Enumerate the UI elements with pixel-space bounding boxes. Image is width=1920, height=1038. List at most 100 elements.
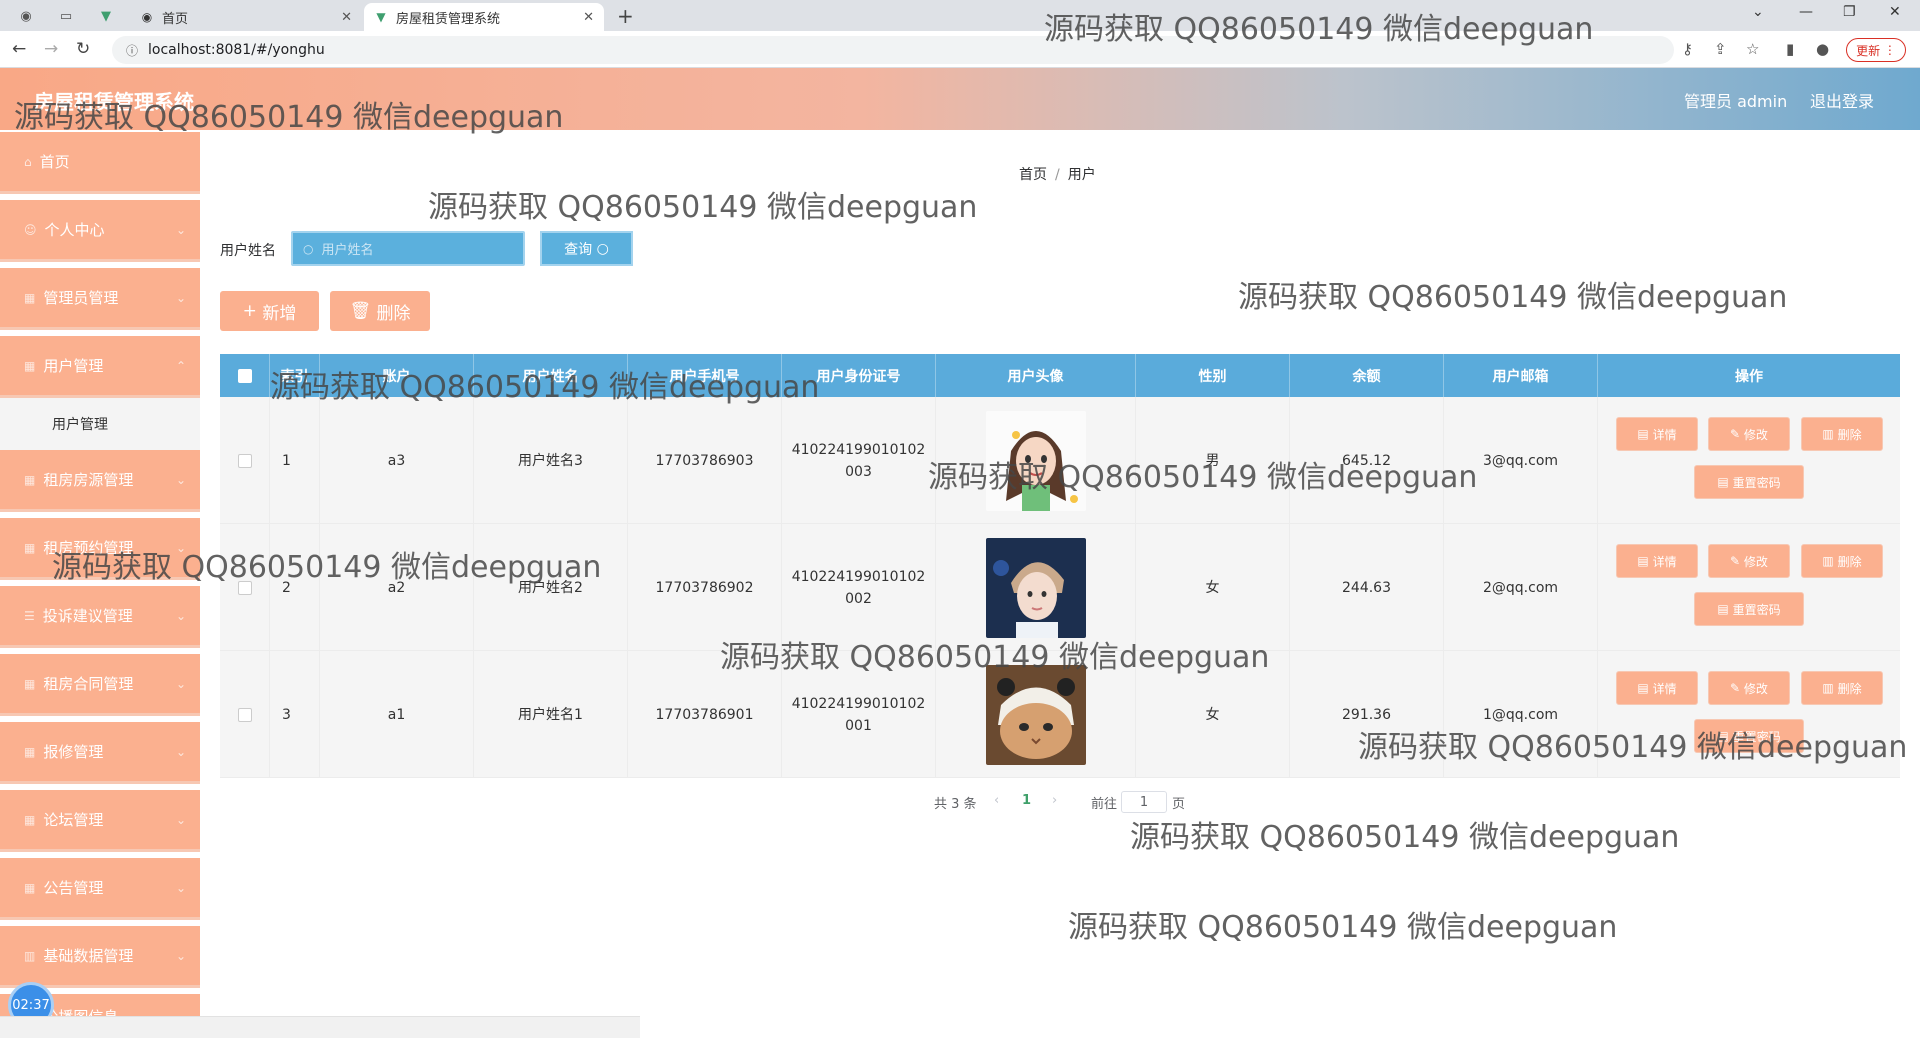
delete-button[interactable]: ▥ 删除 [1801, 417, 1883, 451]
sidebar-item-notices[interactable]: ▦ 公告管理 ⌄ [0, 858, 200, 920]
chevron-down-icon: ⌄ [175, 540, 186, 555]
breadcrumb-home[interactable]: 首页 [1019, 167, 1047, 183]
row-checkbox[interactable] [220, 651, 270, 778]
reset-password-button[interactable]: ▤ 重置密码 [1694, 465, 1804, 499]
query-button[interactable]: 查询 ○ [540, 231, 633, 266]
url-text: localhost:8081/#/yonghu [148, 42, 325, 58]
sidebar-item-label: 投诉建议管理 [42, 607, 133, 625]
reset-password-button[interactable]: ▤ 重置密码 [1694, 719, 1804, 753]
table-header: 索引 账户 用户姓名 用户手机号 用户身份证号 用户头像 性别 余额 用户邮箱 … [220, 354, 1900, 397]
cartoon-girl-avatar[interactable] [985, 410, 1086, 511]
table-row: 2 a2 用户姓名2 17703786902 41022419901010200… [220, 524, 1900, 651]
tab-home[interactable]: ◉ 首页 ✕ [130, 3, 362, 31]
young-man-avatar[interactable] [985, 537, 1086, 638]
sidebar-item-basedata[interactable]: ▥ 基础数据管理 ⌄ [0, 926, 200, 988]
globe-icon[interactable]: ◉ [16, 6, 36, 26]
new-tab-button[interactable]: + [617, 4, 634, 28]
batch-delete-button[interactable]: 🗑 删除 [330, 291, 430, 331]
home-icon: ⌂ [24, 154, 32, 169]
close-window-icon[interactable]: ✕ [1889, 4, 1901, 20]
sidebar-item-contracts[interactable]: ▦ 租房合同管理 ⌄ [0, 654, 200, 716]
minimize-icon[interactable]: — [1799, 4, 1813, 20]
restore-icon[interactable]: ❐ [1843, 4, 1856, 20]
select-all-checkbox[interactable] [220, 354, 270, 397]
page-number[interactable]: 1 [1022, 793, 1031, 808]
breadcrumb-current: 用户 [1067, 167, 1096, 183]
sidepanel-icon[interactable]: ▮ [1786, 40, 1794, 58]
grid-icon: ▦ [24, 812, 36, 827]
page-jump-input[interactable]: 1 [1121, 791, 1167, 813]
sidebar-item-label: 用户管理 [43, 357, 104, 375]
row-checkbox[interactable] [220, 397, 270, 524]
sidebar-item-label: 租房合同管理 [43, 675, 134, 693]
url-field[interactable]: ⓘ localhost:8081/#/yonghu [112, 36, 1674, 64]
search-input[interactable]: ○ 用户姓名 [291, 231, 525, 266]
close-icon[interactable]: ✕ [341, 10, 352, 25]
grid-icon: ▦ [24, 676, 36, 691]
detail-button[interactable]: ▤ 详情 [1616, 417, 1698, 451]
vue-logo-icon[interactable]: ▼ [96, 6, 116, 26]
reload-icon[interactable]: ↻ [76, 39, 90, 59]
sidebar-item-repairs[interactable]: ▦ 报修管理 ⌄ [0, 722, 200, 784]
sidebar-item-label: 论坛管理 [43, 811, 104, 829]
sidebar-item-label: 报修管理 [43, 743, 104, 761]
add-button[interactable]: + 新增 [220, 291, 319, 331]
cell-balance: 244.63 [1290, 524, 1444, 651]
reset-label: 重置密码 [1732, 475, 1781, 490]
app-title: 房屋租赁管理系统 [34, 90, 194, 114]
row-checkbox[interactable] [220, 524, 270, 651]
sidebar-item-profile[interactable]: ☺ 个人中心 ⌄ [0, 200, 200, 262]
sidebar-item-home[interactable]: ⌂ 首页 [0, 132, 200, 194]
cat-avatar[interactable] [985, 664, 1086, 765]
chevron-down-icon[interactable]: ⌄ [1752, 4, 1764, 20]
chevron-down-icon: ⌄ [175, 290, 186, 305]
search-label: 用户姓名 [220, 243, 276, 259]
edit-button[interactable]: ✎ 修改 [1708, 544, 1790, 578]
cell-phone: 17703786901 [628, 651, 782, 778]
col-gender: 性别 [1136, 354, 1290, 397]
grid-icon: ▦ [24, 290, 36, 305]
share-icon[interactable]: ⇪ [1714, 40, 1727, 58]
search-icon: ○ [596, 240, 609, 257]
sidebar-item-users[interactable]: ▦ 用户管理 ⌃ [0, 336, 200, 398]
delete-button[interactable]: ▥ 删除 [1801, 544, 1883, 578]
update-label: 更新 [1856, 43, 1881, 58]
cell-phone: 17703786903 [628, 397, 782, 524]
watermark-text: 源码获取 QQ86050149 微信deepguan [428, 190, 978, 225]
app-header: 房屋租赁管理系统 管理员 admin 退出登录 [0, 68, 1920, 130]
delete-button[interactable]: ▥ 删除 [1801, 671, 1883, 705]
reset-label: 重置密码 [1732, 729, 1781, 744]
blank-tab-icon[interactable]: ▭ [56, 6, 76, 26]
cell-index: 1 [270, 397, 320, 524]
search-icon: ○ [303, 241, 314, 256]
prev-page-icon[interactable]: ‹ [994, 793, 999, 808]
edit-label: 修改 [1743, 681, 1768, 696]
sidebar-item-reservations[interactable]: ▦ 租房预约管理 ⌄ [0, 518, 200, 580]
sidebar: ⌂ 首页 ☺ 个人中心 ⌄ ▦ 管理员管理 ⌄ ▦ 用户管理 ⌃ 用户管理 ▦ 租房房源管理 ⌄ … [0, 130, 200, 1038]
update-button[interactable]: 更新 ⋮ [1846, 38, 1906, 62]
key-icon[interactable]: ⚷ [1682, 40, 1693, 58]
tab-system[interactable]: ▼ 房屋租赁管理系统 ✕ [364, 3, 604, 31]
chevron-down-icon: ⌄ [175, 812, 186, 827]
sidebar-item-listings[interactable]: ▦ 租房房源管理 ⌄ [0, 450, 200, 512]
detail-button[interactable]: ▤ 详情 [1616, 544, 1698, 578]
back-icon[interactable]: ← [12, 39, 26, 59]
detail-button[interactable]: ▤ 详情 [1616, 671, 1698, 705]
reset-password-button[interactable]: ▤ 重置密码 [1694, 592, 1804, 626]
cell-idcard: 410224199010102003 [782, 397, 936, 524]
next-page-icon[interactable]: › [1052, 793, 1057, 808]
logout-link[interactable]: 退出登录 [1810, 88, 1874, 112]
cell-balance: 645.12 [1290, 397, 1444, 524]
sidebar-item-forum[interactable]: ▦ 论坛管理 ⌄ [0, 790, 200, 852]
close-icon[interactable]: ✕ [583, 10, 594, 25]
forward-icon[interactable]: → [44, 39, 58, 59]
grid-icon: ▦ [24, 540, 36, 555]
sidebar-item-complaints[interactable]: ☰ 投诉建议管理 ⌄ [0, 586, 200, 648]
vue-logo-icon: ▼ [376, 10, 386, 24]
edit-button[interactable]: ✎ 修改 [1708, 417, 1790, 451]
profile-icon[interactable]: ● [1816, 40, 1829, 58]
edit-button[interactable]: ✎ 修改 [1708, 671, 1790, 705]
sidebar-item-admins[interactable]: ▦ 管理员管理 ⌄ [0, 268, 200, 330]
star-icon[interactable]: ☆ [1746, 40, 1759, 58]
submenu-users[interactable]: 用户管理 [0, 398, 200, 450]
